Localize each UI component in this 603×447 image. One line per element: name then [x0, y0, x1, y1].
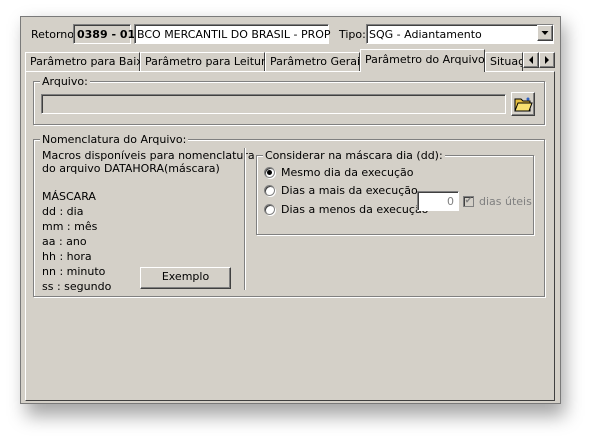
tab-situacao[interactable]: Situaçã	[485, 52, 523, 71]
nomenclatura-group-label: Nomenclatura do Arquivo:	[40, 133, 189, 146]
mascara-item: mm : mês	[42, 220, 98, 233]
mascara-item: nn : minuto	[42, 265, 106, 278]
tab-label: Parâmetro para Baixa	[30, 55, 150, 68]
radio-dias-mais[interactable]	[264, 185, 275, 196]
macros-text-line2: do arquivo DATAHORA(máscara)	[42, 162, 220, 175]
tab-parametro-arquivo[interactable]: Parâmetro do Arquivo	[360, 49, 485, 72]
tab-page: Arquivo: Nomenclatura do Arquivo: Macros…	[25, 71, 555, 401]
divider	[244, 148, 245, 290]
retorno-label: Retorno:	[31, 28, 78, 41]
dias-uteis-checkbox[interactable]: ✔	[463, 196, 474, 207]
arquivo-group-label: Arquivo:	[40, 75, 90, 88]
arrow-right-icon	[545, 56, 549, 64]
dialog-window: Retorno: 0389 - 01 BCO MERCANTIL DO BRAS…	[20, 16, 561, 404]
mascara-item: aa : ano	[42, 235, 87, 248]
bank-name-field[interactable]: BCO MERCANTIL DO BRASIL - PROP	[134, 24, 331, 44]
arquivo-path-field[interactable]	[41, 94, 506, 114]
tipo-label: Tipo:	[339, 28, 366, 41]
radio-mesmo-dia[interactable]	[264, 167, 275, 178]
chevron-down-icon	[541, 31, 549, 35]
exemplo-button-label: Exemplo	[161, 270, 210, 283]
radio-dias-mais-label[interactable]: Dias a mais da execução	[281, 184, 418, 197]
mascara-item: hh : hora	[42, 250, 92, 263]
tab-parametro-gerais[interactable]: Parâmetro Gerais	[265, 52, 366, 71]
arrow-left-icon	[529, 56, 533, 64]
days-input-value: 0	[447, 195, 454, 208]
radio-mesmo-dia-label[interactable]: Mesmo dia da execução	[281, 166, 413, 179]
tab-label: Situaçã	[490, 55, 522, 68]
tab-scroll-left-button[interactable]	[523, 52, 539, 68]
exemplo-button[interactable]: Exemplo	[140, 267, 231, 289]
check-mark-icon: ✔	[464, 196, 473, 206]
tipo-select-value: SQG - Adiantamento	[369, 28, 482, 41]
considerar-group-label: Considerar na máscara dia (dd):	[263, 149, 445, 162]
tab-scroll-right-button[interactable]	[539, 52, 555, 68]
open-folder-button[interactable]	[511, 92, 535, 116]
tab-label: Parâmetro Gerais	[270, 55, 366, 68]
tab-label: Parâmetro para Leitura	[145, 55, 273, 68]
mascara-item: ss : segundo	[42, 280, 112, 293]
macros-text-line1: Macros disponíveis para nomenclatura	[42, 149, 255, 162]
retorno-code-field: 0389 - 01	[73, 24, 135, 44]
tab-parametro-baixa[interactable]: Parâmetro para Baixa	[25, 52, 150, 71]
dias-uteis-label: dias úteis	[479, 195, 532, 208]
tipo-dropdown-button[interactable]	[537, 25, 553, 41]
open-folder-icon	[514, 97, 533, 112]
tipo-select[interactable]: SQG - Adiantamento	[366, 24, 554, 44]
radio-dias-menos-label[interactable]: Dias a menos da execução	[281, 203, 428, 216]
bank-name-value: BCO MERCANTIL DO BRASIL - PROP	[137, 28, 331, 41]
radio-dias-menos[interactable]	[264, 204, 275, 215]
tab-label: Parâmetro do Arquivo	[365, 53, 485, 66]
tab-parametro-leitura[interactable]: Parâmetro para Leitura	[140, 52, 272, 71]
retorno-code-value: 0389 - 01	[77, 28, 136, 41]
mascara-title: MÁSCARA	[42, 190, 96, 203]
mascara-item: dd : dia	[42, 205, 84, 218]
days-input[interactable]: 0	[417, 191, 459, 211]
